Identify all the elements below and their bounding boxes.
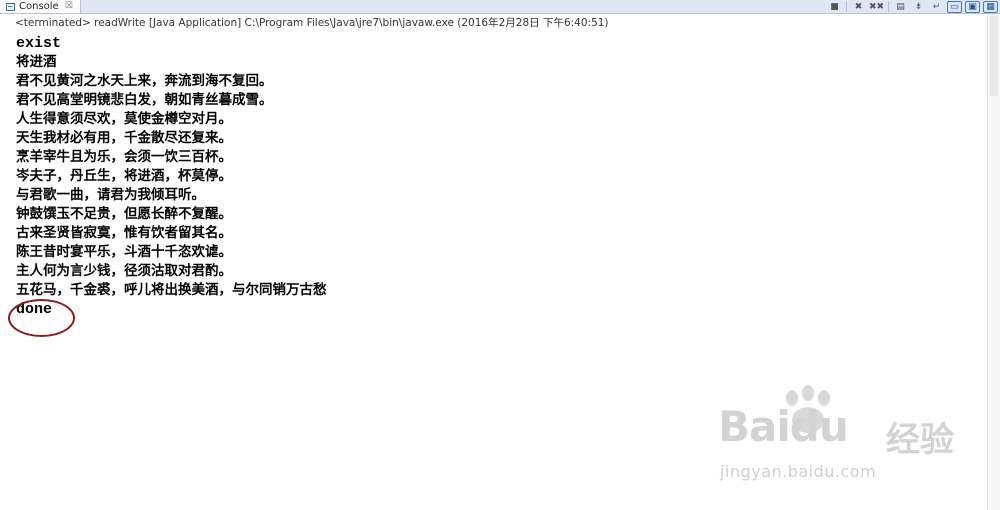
console-line: 钟鼓馔玉不足贵，但愿长醉不复醒。: [16, 206, 232, 222]
console-line: 君不见黄河之水天上来，奔流到海不复回。: [16, 73, 273, 89]
console-output[interactable]: exist 将进酒 君不见黄河之水天上来，奔流到海不复回。 君不见高堂明镜悲白发…: [16, 34, 980, 319]
console-line: 五花马，千金裘，呼儿将出换美酒，与尔同销万古愁: [16, 282, 327, 298]
clear-console-icon[interactable]: ▤: [893, 1, 908, 13]
tab-console[interactable]: Console ☒: [0, 0, 81, 13]
watermark-cn: 经验: [886, 420, 954, 460]
scroll-lock-icon[interactable]: ⇟: [911, 1, 926, 13]
console-line: 天生我材必有用，千金散尽还复来。: [16, 130, 232, 146]
console-line: 岑夫子，丹丘生，将进酒，杯莫停。: [16, 168, 232, 184]
remove-launch-icon[interactable]: ✖: [851, 1, 866, 13]
display-selected-console-icon[interactable]: ▣: [965, 0, 980, 13]
console-line: 烹羊宰牛且为乐，会须一饮三百杯。: [16, 149, 232, 165]
view-tab-bar: Console ☒ ■ ✖ ✖✖ ▤ ⇟ ↵ ▭ ▣ ▦: [0, 0, 1000, 14]
word-wrap-icon[interactable]: ↵: [929, 1, 944, 13]
console-line: 君不见高堂明镜悲白发，朝如青丝暮成雪。: [16, 92, 273, 108]
console-line: 人生得意须尽欢，莫使金樽空对月。: [16, 111, 232, 127]
toolbar-separator: [888, 1, 889, 12]
terminate-icon[interactable]: ■: [827, 1, 842, 13]
watermark-url: jingyan.baidu.com: [720, 462, 877, 481]
console-line: 与君歌一曲，请君为我倾耳听。: [16, 187, 205, 203]
annotation-circle: [8, 299, 75, 337]
open-console-icon[interactable]: ▦: [983, 0, 998, 13]
console-line: exist: [16, 35, 62, 52]
process-status-line: <terminated> readWrite [Java Application…: [15, 17, 609, 29]
remove-all-icon[interactable]: ✖✖: [869, 1, 884, 13]
console-line: 将进酒: [16, 54, 57, 70]
baidu-watermark: Baidu 经验 jingyan.baidu.com: [718, 385, 978, 502]
console-line: 古来圣贤皆寂寞，惟有饮者留其名。: [16, 225, 232, 241]
scrollbar-thumb[interactable]: [990, 16, 998, 96]
vertical-scrollbar[interactable]: [987, 14, 1000, 510]
console-line: 主人何为言少钱，径须沽取对君酌。: [16, 263, 232, 279]
toolbar-separator: [846, 1, 847, 12]
console-line-done: done: [16, 301, 53, 318]
pin-console-icon[interactable]: ▭: [947, 0, 962, 13]
tab-console-label: Console: [19, 1, 59, 12]
tab-close-icon[interactable]: ☒: [65, 0, 73, 13]
console-icon: [6, 2, 15, 11]
watermark-logo: Baidu: [718, 402, 849, 451]
console-line: 陈王昔时宴平乐，斗酒十千恣欢谑。: [16, 244, 232, 260]
console-toolbar: ■ ✖ ✖✖ ▤ ⇟ ↵ ▭ ▣ ▦: [827, 0, 998, 13]
